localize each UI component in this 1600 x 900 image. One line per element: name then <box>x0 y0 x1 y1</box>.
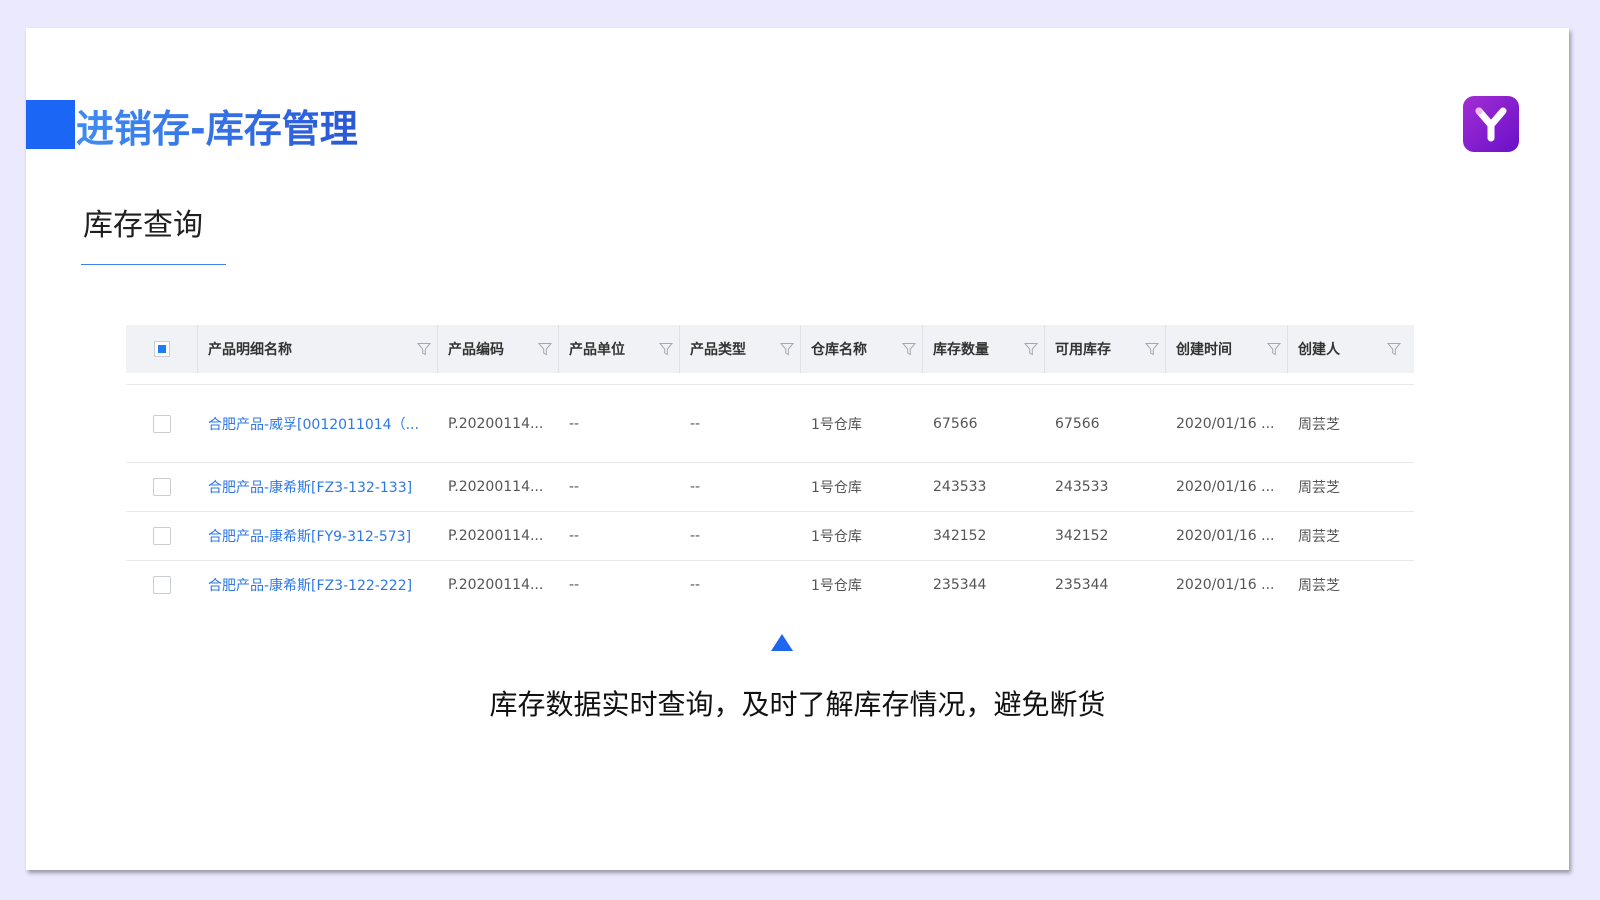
product-code: P.20200114... <box>448 415 544 432</box>
product-type: -- <box>690 479 701 495</box>
product-unit: -- <box>569 528 580 544</box>
product-unit: -- <box>569 577 580 593</box>
filter-icon[interactable] <box>1024 342 1038 356</box>
column-header-warehouse-name[interactable]: 仓库名称 <box>801 325 923 373</box>
column-header-stock-quantity[interactable]: 库存数量 <box>923 325 1045 373</box>
triangle-up-icon <box>771 634 793 651</box>
product-code: P.20200114... <box>448 479 544 495</box>
section-subtitle: 库存查询 <box>83 208 203 243</box>
available-stock: 235344 <box>1055 577 1109 593</box>
filter-icon[interactable] <box>1267 342 1281 356</box>
slide: 进销存-库存管理 库存查询 产品明细名称 产品编码 产品单位 产品类型 仓库名称… <box>26 28 1569 870</box>
column-header-available-stock[interactable]: 可用库存 <box>1045 325 1166 373</box>
available-stock: 67566 <box>1055 415 1100 432</box>
creator: 周芸芝 <box>1298 480 1340 496</box>
row-checkbox-cell <box>126 414 198 433</box>
y-logo-icon <box>1463 96 1519 152</box>
product-unit: -- <box>569 479 580 495</box>
table-row: 合肥产品-康希斯[FZ3-122-222] P.20200114... -- -… <box>126 561 1414 609</box>
filter-icon[interactable] <box>538 342 552 356</box>
product-type: -- <box>690 415 701 432</box>
row-checkbox-cell <box>126 478 198 496</box>
product-code: P.20200114... <box>448 528 544 544</box>
creator: 周芸芝 <box>1298 578 1340 594</box>
warehouse-name: 1号仓库 <box>811 480 862 496</box>
select-all-cell <box>126 325 198 373</box>
table-row: 合肥产品-康希斯[FZ3-132-133] P.20200114... -- -… <box>126 463 1414 512</box>
header-divider <box>126 373 1414 385</box>
filter-icon[interactable] <box>1145 342 1159 356</box>
stock-quantity: 342152 <box>933 528 987 544</box>
filter-icon[interactable] <box>1387 342 1401 356</box>
filter-icon[interactable] <box>780 342 794 356</box>
table-row: 合肥产品-康希斯[FY9-312-573] P.20200114... -- -… <box>126 512 1414 561</box>
row-checkbox[interactable] <box>153 478 171 496</box>
row-checkbox[interactable] <box>153 414 171 433</box>
caption-text: 库存数据实时查询，及时了解库存情况，避免断货 <box>489 688 1106 721</box>
product-name-link[interactable]: 合肥产品-康希斯[FY9-312-573] <box>198 526 438 546</box>
row-checkbox[interactable] <box>153 527 171 545</box>
column-header-created-time[interactable]: 创建时间 <box>1166 325 1288 373</box>
row-checkbox-cell <box>126 576 198 594</box>
filter-icon[interactable] <box>659 342 673 356</box>
stock-quantity: 243533 <box>933 479 987 495</box>
product-type: -- <box>690 577 701 593</box>
created-time: 2020/01/16 ... <box>1176 479 1275 495</box>
warehouse-name: 1号仓库 <box>811 529 862 545</box>
available-stock: 342152 <box>1055 528 1109 544</box>
table-row: 合肥产品-威孚[0012011014（... P.20200114... -- … <box>126 385 1414 463</box>
product-unit: -- <box>569 415 580 432</box>
created-time: 2020/01/16 ... <box>1176 577 1275 593</box>
created-time: 2020/01/16 ... <box>1176 415 1275 432</box>
warehouse-name: 1号仓库 <box>811 578 862 594</box>
available-stock: 243533 <box>1055 479 1109 495</box>
subtitle-underline <box>81 264 226 265</box>
page-title: 进销存-库存管理 <box>76 104 358 154</box>
column-header-creator[interactable]: 创建人 <box>1288 325 1408 373</box>
created-time: 2020/01/16 ... <box>1176 528 1275 544</box>
title-accent-block <box>26 100 75 149</box>
row-checkbox-cell <box>126 527 198 545</box>
filter-icon[interactable] <box>902 342 916 356</box>
column-header-product-code[interactable]: 产品编码 <box>438 325 559 373</box>
product-code: P.20200114... <box>448 577 544 593</box>
select-all-checkbox[interactable] <box>154 341 170 357</box>
column-header-product-unit[interactable]: 产品单位 <box>559 325 680 373</box>
row-checkbox[interactable] <box>153 576 171 594</box>
creator: 周芸芝 <box>1298 529 1340 545</box>
stock-quantity: 235344 <box>933 577 987 593</box>
column-header-product-type[interactable]: 产品类型 <box>680 325 801 373</box>
creator: 周芸芝 <box>1298 416 1340 433</box>
stock-quantity: 67566 <box>933 415 978 432</box>
table-header: 产品明细名称 产品编码 产品单位 产品类型 仓库名称 库存数量 可用库存 创建时… <box>126 325 1414 373</box>
inventory-table: 产品明细名称 产品编码 产品单位 产品类型 仓库名称 库存数量 可用库存 创建时… <box>126 325 1414 609</box>
product-name-link[interactable]: 合肥产品-康希斯[FZ3-122-222] <box>198 575 438 595</box>
product-type: -- <box>690 528 701 544</box>
warehouse-name: 1号仓库 <box>811 416 862 433</box>
filter-icon[interactable] <box>417 342 431 356</box>
product-name-link[interactable]: 合肥产品-威孚[0012011014（... <box>198 414 438 434</box>
column-header-product-name[interactable]: 产品明细名称 <box>198 325 438 373</box>
product-name-link[interactable]: 合肥产品-康希斯[FZ3-132-133] <box>198 477 438 497</box>
